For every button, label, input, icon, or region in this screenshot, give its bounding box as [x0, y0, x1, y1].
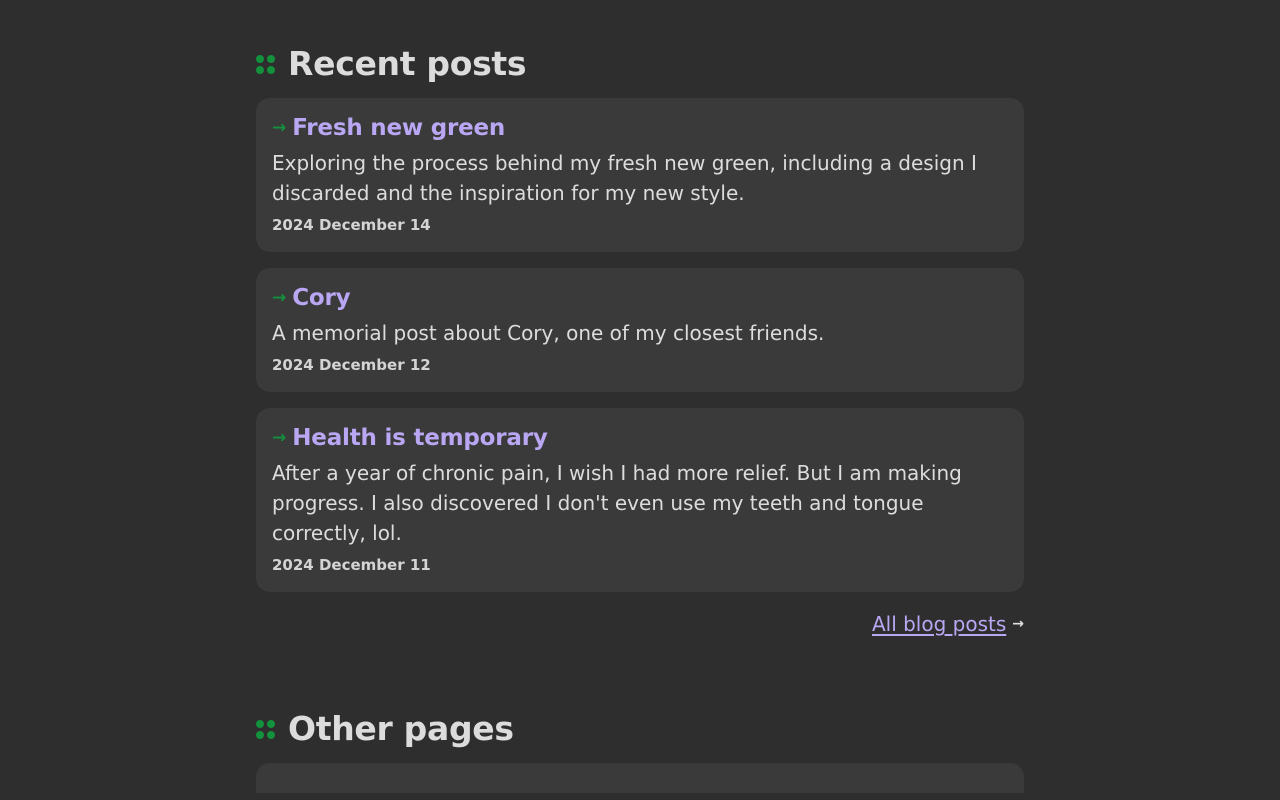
- post-description: After a year of chronic pain, I wish I h…: [272, 461, 962, 545]
- all-blog-posts-link[interactable]: All blog posts: [872, 612, 1006, 636]
- arrow-right-icon: →: [272, 427, 287, 448]
- post-date: 2024 December 12: [272, 356, 431, 374]
- post-title-row: → Cory: [272, 282, 1008, 314]
- section-title: Recent posts: [288, 43, 527, 83]
- post-card: → Fresh new green Exploring the process …: [256, 98, 1024, 252]
- recent-posts-header: Recent posts: [256, 43, 1024, 83]
- post-title-link[interactable]: Fresh new green: [292, 115, 505, 141]
- all-posts-row: All blog posts →: [256, 610, 1024, 638]
- post-title-link[interactable]: Health is temporary: [292, 425, 548, 451]
- post-date: 2024 December 11: [272, 556, 431, 574]
- post-description: Exploring the process behind my fresh ne…: [272, 151, 977, 205]
- arrow-right-icon: →: [272, 287, 287, 308]
- dots-icon: [256, 55, 276, 75]
- post-title-link[interactable]: Cory: [292, 285, 350, 311]
- post-title-row: → Health is temporary: [272, 422, 1008, 454]
- other-pages-header: Other pages: [256, 708, 1024, 748]
- arrow-right-icon: →: [272, 117, 287, 138]
- post-title-row: → Fresh new green: [272, 112, 1008, 144]
- main-content: Recent posts → Fresh new green Exploring…: [256, 0, 1024, 793]
- section-title: Other pages: [288, 708, 514, 748]
- post-description: A memorial post about Cory, one of my cl…: [272, 321, 825, 345]
- page-card: [256, 763, 1024, 793]
- post-card: → Health is temporary After a year of ch…: [256, 408, 1024, 592]
- post-date: 2024 December 14: [272, 216, 431, 234]
- post-card: → Cory A memorial post about Cory, one o…: [256, 268, 1024, 392]
- arrow-right-icon: →: [1012, 616, 1024, 632]
- dots-icon: [256, 720, 276, 740]
